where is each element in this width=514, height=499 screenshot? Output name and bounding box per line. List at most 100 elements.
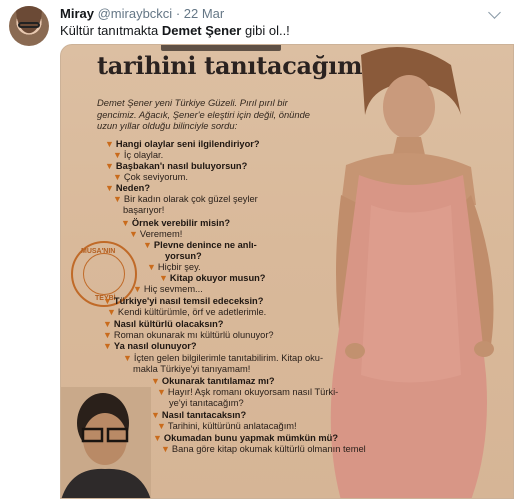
orange-triangle-icon: ▼ — [103, 319, 112, 329]
orange-triangle-icon: ▼ — [107, 307, 116, 317]
interview-question: ▼ Okunarak tanıtılamaz mı? — [151, 376, 275, 387]
avatar-glasses — [18, 22, 40, 28]
tweet-header: Miray @miraybckci · 22 Mar — [60, 6, 224, 22]
orange-triangle-icon: ▼ — [103, 341, 112, 351]
clipping-intro: Demet Şener yeni Türkiye Güzeli. Pırıl p… — [97, 97, 311, 131]
orange-triangle-icon: ▼ — [133, 284, 142, 294]
interview-answer: ▼ Tarihini, kültürünü anlatacağım! — [157, 421, 297, 432]
interview-answer: ▼ Roman okunarak mı kültürlü olunuyor? — [103, 330, 274, 341]
interview-question: ▼ Türkiye'yi nasıl temsil edeceksin? — [103, 296, 263, 307]
interview-line-text: Kitap okuyor musun? — [169, 273, 266, 283]
interview-line-text: Bana göre kitap okumak kültürlü olmanın … — [171, 444, 366, 454]
interview-answer: ▼ Bana göre kitap okumak kültürlü olmanın… — [161, 444, 366, 455]
interview-answer: ▼ Bir kadın olarak çok güzel şeyler — [113, 194, 258, 205]
interview-line-text: ye'yi tanıtacağım? — [169, 398, 244, 408]
woman-photo — [330, 47, 494, 498]
interview-question: ▼ Nasıl kültürlü olacaksın? — [103, 319, 223, 330]
interview-answer: ye'yi tanıtacağım? — [169, 398, 244, 409]
orange-triangle-icon: ▼ — [153, 433, 162, 443]
interview-line-text: Okumadan bunu yapmak mümkün mü? — [163, 433, 339, 443]
orange-triangle-icon: ▼ — [161, 444, 170, 454]
orange-triangle-icon: ▼ — [147, 262, 156, 272]
avatar[interactable] — [9, 6, 49, 46]
interview-question: ▼ Hangi olaylar seni ilgilendiriyor? — [105, 139, 260, 150]
tweet[interactable]: Miray @miraybckci · 22 Mar Kültür tanıtm… — [0, 0, 514, 499]
headline-cut — [161, 45, 281, 51]
interview-answer: ▼ Kendi kültürümle, örf ve adetlerimle. — [107, 307, 266, 318]
interview-question: ▼ Örnek verebilir misin? — [121, 218, 230, 229]
interview-line-text: Bir kadın olarak çok güzel şeyler — [123, 194, 258, 204]
interview-line-text: Hayır! Aşk romanı okuyorsam nasıl Türki- — [167, 387, 339, 397]
orange-triangle-icon: ▼ — [105, 183, 114, 193]
interview-question: ▼ Okumadan bunu yapmak mümkün mü? — [153, 433, 338, 444]
interview-answer: ▼ Hiçbir şey. — [147, 262, 201, 273]
orange-triangle-icon: ▼ — [105, 161, 114, 171]
orange-triangle-icon: ▼ — [113, 150, 122, 160]
interview-question: ▼ Nasıl tanıtacaksın? — [151, 410, 246, 421]
interview-line-text: Nasıl kültürlü olacaksın? — [113, 319, 224, 329]
interview-line-text: İçten gelen bilgilerimle tanıtabilirim. … — [133, 353, 324, 363]
tweet-text-before: Kültür tanıtmakta — [60, 23, 162, 38]
interview-answer: ▼ Hiç sevmem... — [133, 284, 203, 295]
interview-question: ▼ Plevne denince ne anlı- — [143, 240, 257, 251]
interview-question: ▼ Başbakan'ı nasıl buluyorsun? — [105, 161, 247, 172]
orange-triangle-icon: ▼ — [151, 410, 160, 420]
author-handle[interactable]: @miraybckci — [98, 6, 173, 21]
interview-answer: başarıyor! — [123, 205, 164, 216]
orange-triangle-icon: ▼ — [103, 330, 112, 340]
interview-answer: ▼ İçten gelen bilgilerimle tanıtabilirim.… — [123, 353, 323, 364]
author-name[interactable]: Miray — [60, 6, 94, 21]
interview-line-text: makla Türkiye'yi tanıyamam! — [133, 364, 251, 374]
interview-line-text: başarıyor! — [123, 205, 165, 215]
interview-line-text: Hangi olaylar seni ilgilendiriyor? — [115, 139, 260, 149]
interview-line-text: Veremem! — [139, 229, 183, 239]
interview-answer: ▼ Veremem! — [129, 229, 182, 240]
separator: · — [175, 6, 181, 21]
interview-line-text: İç olaylar. — [123, 150, 164, 160]
orange-triangle-icon: ▼ — [143, 240, 152, 250]
orange-triangle-icon: ▼ — [157, 421, 166, 431]
orange-triangle-icon: ▼ — [113, 194, 122, 204]
orange-triangle-icon: ▼ — [159, 273, 168, 283]
interview-line-text: Ya nasıl olunuyor? — [113, 341, 197, 351]
tweet-date[interactable]: 22 Mar — [184, 6, 224, 21]
interview-question: ▼ Neden? — [105, 183, 150, 194]
clipping-headline: tarihini tanıtacağım — [97, 51, 363, 80]
interview-line-text: Türkiye'yi nasıl temsil edeceksin? — [113, 296, 264, 306]
interview-line-text: Başbakan'ı nasıl buluyorsun? — [115, 161, 248, 171]
interview-line-text: Okunarak tanıtılamaz mı? — [161, 376, 275, 386]
interview-line-text: Nasıl tanıtacaksın? — [161, 410, 247, 420]
interview-answer: ▼ Çok seviyorum. — [113, 172, 188, 183]
interview-line-text: Hiçbir şey. — [157, 262, 201, 272]
orange-triangle-icon: ▼ — [123, 353, 132, 363]
orange-triangle-icon: ▼ — [151, 376, 160, 386]
tweet-text-bold: Demet Şener — [161, 23, 242, 38]
interview-line-text: Tarihini, kültürünü anlatacağım! — [167, 421, 297, 431]
interview-answer: ▼ Hayır! Aşk romanı okuyorsam nasıl Türki… — [157, 387, 338, 398]
orange-triangle-icon: ▼ — [121, 218, 130, 228]
interview-question: ▼ Kitap okuyor musun? — [159, 273, 265, 284]
orange-triangle-icon: ▼ — [113, 172, 122, 182]
interview-answer: ▼ İç olaylar. — [113, 150, 163, 161]
man-photo — [61, 387, 151, 498]
chevron-down-icon[interactable] — [488, 6, 501, 19]
interview-line-text: Örnek verebilir misin? — [131, 218, 231, 228]
interview-question: yorsun? — [165, 251, 202, 262]
interview-question: ▼ Ya nasıl olunuyor? — [103, 341, 197, 352]
interview-answer: makla Türkiye'yi tanıyamam! — [133, 364, 250, 375]
interview-line-text: Kendi kültürümle, örf ve adetlerimle. — [117, 307, 267, 317]
tweet-image[interactable]: tarihini tanıtacağım Demet Şener yeni Tü… — [60, 44, 514, 499]
orange-triangle-icon: ▼ — [157, 387, 166, 397]
interview-line-text: Çok seviyorum. — [123, 172, 188, 182]
orange-triangle-icon: ▼ — [129, 229, 138, 239]
interview-line-text: Neden? — [115, 183, 151, 193]
interview-line-text: Roman okunarak mı kültürlü olunuyor? — [113, 330, 274, 340]
interview-line-text: Plevne denince ne anlı- — [153, 240, 257, 250]
orange-triangle-icon: ▼ — [103, 296, 112, 306]
orange-triangle-icon: ▼ — [105, 139, 114, 149]
tweet-text: Kültür tanıtmakta Demet Şener gibi ol..! — [60, 23, 290, 39]
interview-line-text: Hiç sevmem... — [143, 284, 203, 294]
seal-top-text: MUSA'NIN — [81, 248, 116, 255]
interview-line-text: yorsun? — [165, 251, 202, 261]
seal-inner — [83, 253, 125, 295]
